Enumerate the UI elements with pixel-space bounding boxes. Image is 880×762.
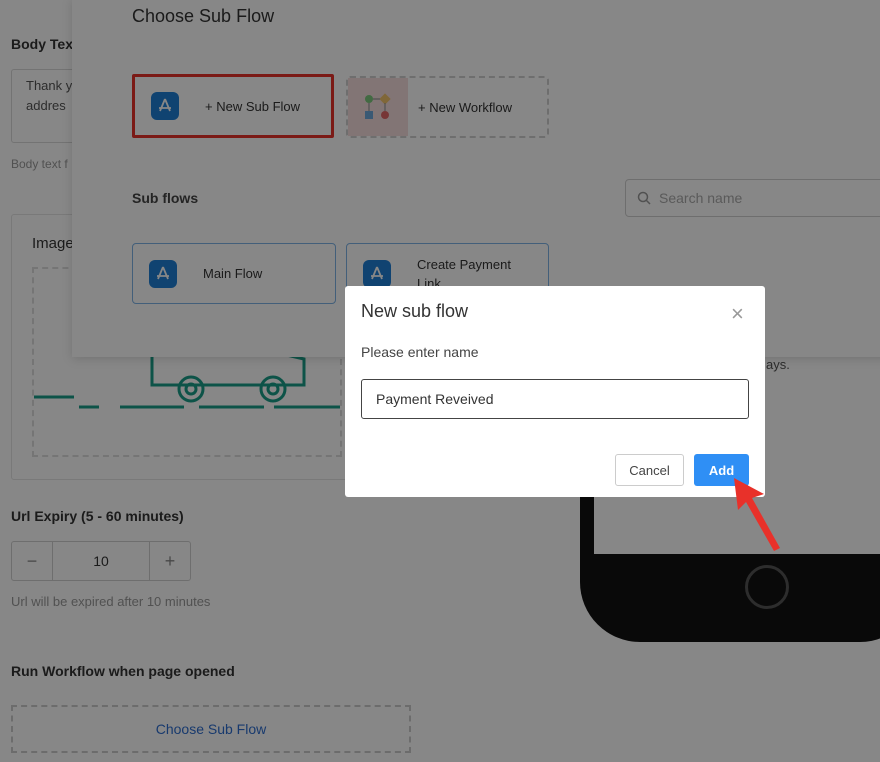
name-field-label: Please enter name (361, 344, 479, 360)
new-sub-flow-dialog: New sub flow × Please enter name Payment… (345, 286, 765, 497)
dialog-title: New sub flow (361, 301, 469, 321)
name-input[interactable]: Payment Reveived (361, 379, 749, 419)
cancel-button[interactable]: Cancel (615, 454, 684, 486)
annotation-arrow (734, 478, 780, 551)
close-icon[interactable]: × (731, 303, 744, 325)
